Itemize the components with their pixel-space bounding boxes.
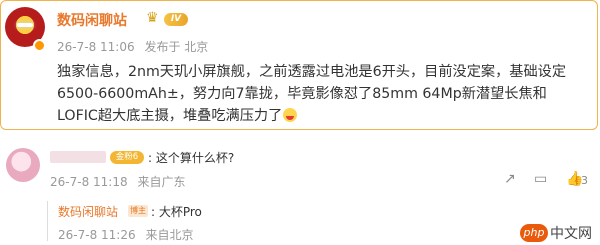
crown-icon: ♛ (146, 10, 159, 26)
post-time: 26-7-8 11:06 (57, 40, 135, 54)
author-tag-badge: 博主 (128, 205, 148, 217)
comment-source: 来自广东 (137, 175, 186, 189)
post-body: 独家信息，2nm天玑小屏旗舰，之前透露过电池是6开头，目前没定案，基础设定650… (57, 61, 577, 127)
like-count: 3 (581, 174, 588, 187)
reply-time: 26-7-8 11:26 (58, 228, 136, 242)
watermark-text: 中文网 (550, 225, 592, 242)
reply-source: 来自北京 (145, 228, 194, 242)
post-source: 发布于 北京 (144, 40, 209, 54)
post-meta: 26-7-8 11:06 发布于 北京 (57, 38, 214, 55)
share-icon[interactable]: ↗ (504, 171, 516, 187)
post-card: 数码闲聊站 ♛ IV 26-7-8 11:06 发布于 北京 独家信息，2nm天… (0, 0, 598, 130)
post-text: 独家信息，2nm天玑小屏旗舰，之前透露过电池是6开头，目前没定案，基础设定650… (57, 64, 567, 124)
reply-meta: 26-7-8 11:26 来自北京 (58, 226, 199, 243)
post-author-name[interactable]: 数码闲聊站 (57, 10, 127, 30)
watermark: php 中文网 (520, 222, 592, 243)
commenter-name-redacted[interactable] (50, 151, 106, 163)
comment-meta: 26-7-8 11:18 来自广东 (50, 173, 191, 190)
verified-badge-icon (33, 39, 46, 52)
reply-divider (47, 201, 48, 241)
fan-badge: 金粉6 (110, 151, 144, 164)
php-logo-icon: php (520, 223, 548, 242)
reply-author-name[interactable]: 数码闲聊站 (58, 203, 118, 220)
emoji-icon (283, 108, 298, 122)
commenter-avatar[interactable] (6, 148, 40, 182)
level-badge: IV (164, 13, 188, 26)
reply-text: : 大杯Pro (151, 205, 202, 219)
comment-time: 26-7-8 11:18 (50, 175, 128, 189)
comment-text: : 这个算什么杯? (148, 151, 235, 165)
comment-icon[interactable]: ▭ (534, 171, 547, 187)
